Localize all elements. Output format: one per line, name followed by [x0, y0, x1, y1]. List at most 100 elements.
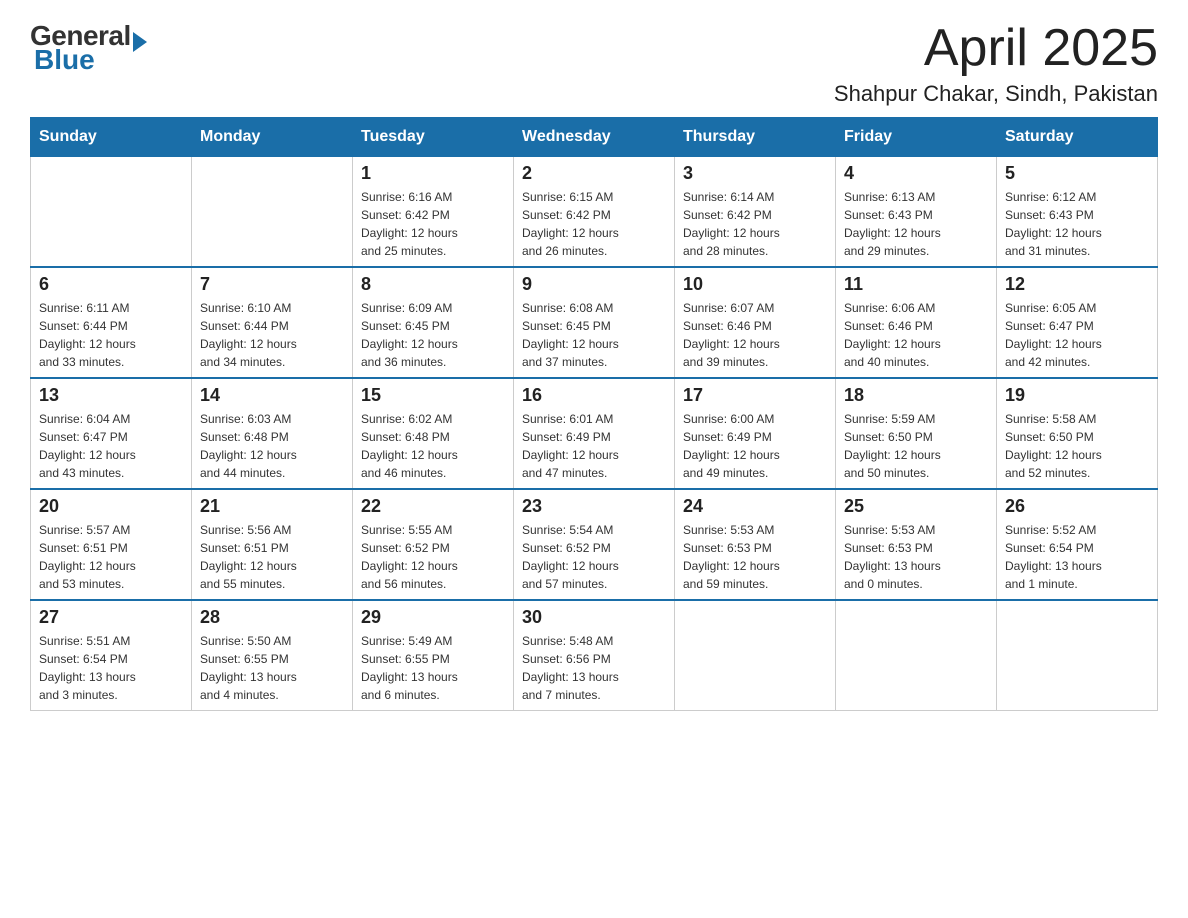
calendar-cell: 4 Sunrise: 6:13 AM Sunset: 6:43 PM Daylig… [836, 157, 997, 268]
day-info: Sunrise: 6:06 AM Sunset: 6:46 PM Dayligh… [844, 299, 988, 371]
calendar-cell [836, 600, 997, 711]
calendar-cell: 29Sunrise: 5:49 AM Sunset: 6:55 PM Dayli… [353, 600, 514, 711]
calendar-cell [31, 157, 192, 268]
day-number: 13 [39, 385, 183, 406]
day-number: 30 [522, 607, 666, 628]
logo-arrow-icon [133, 32, 147, 52]
day-info: Sunrise: 5:53 AM Sunset: 6:53 PM Dayligh… [844, 521, 988, 593]
calendar-cell: 25 Sunrise: 5:53 AM Sunset: 6:53 PM Dayli… [836, 489, 997, 600]
calendar-cell: 28Sunrise: 5:50 AM Sunset: 6:55 PM Dayli… [192, 600, 353, 711]
calendar-cell: 6 Sunrise: 6:11 AM Sunset: 6:44 PM Daylig… [31, 267, 192, 378]
calendar-cell: 2 Sunrise: 6:15 AM Sunset: 6:42 PM Daylig… [514, 157, 675, 268]
calendar-cell: 7 Sunrise: 6:10 AM Sunset: 6:44 PM Daylig… [192, 267, 353, 378]
logo: General Blue [30, 20, 147, 76]
day-info: Sunrise: 6:09 AM Sunset: 6:45 PM Dayligh… [361, 299, 505, 371]
week-row-3: 13 Sunrise: 6:04 AM Sunset: 6:47 PM Dayli… [31, 378, 1158, 489]
day-number: 11 [844, 274, 988, 295]
month-title: April 2025 [834, 20, 1158, 77]
calendar-cell: 20 Sunrise: 5:57 AM Sunset: 6:51 PM Dayli… [31, 489, 192, 600]
day-info: Sunrise: 5:52 AM Sunset: 6:54 PM Dayligh… [1005, 521, 1149, 593]
calendar-cell: 3 Sunrise: 6:14 AM Sunset: 6:42 PM Daylig… [675, 157, 836, 268]
day-info: Sunrise: 5:59 AM Sunset: 6:50 PM Dayligh… [844, 410, 988, 482]
day-number: 7 [200, 274, 344, 295]
day-number: 3 [683, 163, 827, 184]
day-number: 25 [844, 496, 988, 517]
calendar-cell: 16 Sunrise: 6:01 AM Sunset: 6:49 PM Dayli… [514, 378, 675, 489]
day-info: Sunrise: 6:04 AM Sunset: 6:47 PM Dayligh… [39, 410, 183, 482]
day-number: 2 [522, 163, 666, 184]
title-section: April 2025 Shahpur Chakar, Sindh, Pakist… [834, 20, 1158, 107]
calendar-cell: 18 Sunrise: 5:59 AM Sunset: 6:50 PM Dayli… [836, 378, 997, 489]
day-number: 4 [844, 163, 988, 184]
day-info: Sunrise: 5:58 AM Sunset: 6:50 PM Dayligh… [1005, 410, 1149, 482]
day-info: Sunrise: 6:02 AM Sunset: 6:48 PM Dayligh… [361, 410, 505, 482]
day-info: Sunrise: 6:10 AM Sunset: 6:44 PM Dayligh… [200, 299, 344, 371]
day-number: 19 [1005, 385, 1149, 406]
day-number: 18 [844, 385, 988, 406]
calendar-cell [675, 600, 836, 711]
calendar-cell: 15 Sunrise: 6:02 AM Sunset: 6:48 PM Dayli… [353, 378, 514, 489]
day-number: 15 [361, 385, 505, 406]
calendar-cell: 27 Sunrise: 5:51 AM Sunset: 6:54 PM Dayli… [31, 600, 192, 711]
calendar-cell: 1Sunrise: 6:16 AM Sunset: 6:42 PM Daylig… [353, 157, 514, 268]
day-number: 27 [39, 607, 183, 628]
calendar-cell: 17 Sunrise: 6:00 AM Sunset: 6:49 PM Dayli… [675, 378, 836, 489]
calendar-cell: 11 Sunrise: 6:06 AM Sunset: 6:46 PM Dayli… [836, 267, 997, 378]
day-info: Sunrise: 5:57 AM Sunset: 6:51 PM Dayligh… [39, 521, 183, 593]
calendar-cell: 26 Sunrise: 5:52 AM Sunset: 6:54 PM Dayli… [997, 489, 1158, 600]
day-info: Sunrise: 6:13 AM Sunset: 6:43 PM Dayligh… [844, 188, 988, 260]
logo-blue-text: Blue [34, 44, 95, 76]
day-info: Sunrise: 5:55 AM Sunset: 6:52 PM Dayligh… [361, 521, 505, 593]
header-sunday: Sunday [31, 118, 192, 157]
day-info: Sunrise: 6:15 AM Sunset: 6:42 PM Dayligh… [522, 188, 666, 260]
day-number: 12 [1005, 274, 1149, 295]
day-info: Sunrise: 6:01 AM Sunset: 6:49 PM Dayligh… [522, 410, 666, 482]
day-number: 22 [361, 496, 505, 517]
day-number: 21 [200, 496, 344, 517]
day-number: 8 [361, 274, 505, 295]
calendar-cell: 23Sunrise: 5:54 AM Sunset: 6:52 PM Dayli… [514, 489, 675, 600]
calendar-cell: 9 Sunrise: 6:08 AM Sunset: 6:45 PM Daylig… [514, 267, 675, 378]
calendar-table: SundayMondayTuesdayWednesdayThursdayFrid… [30, 117, 1158, 711]
day-info: Sunrise: 6:08 AM Sunset: 6:45 PM Dayligh… [522, 299, 666, 371]
day-number: 10 [683, 274, 827, 295]
location-title: Shahpur Chakar, Sindh, Pakistan [834, 81, 1158, 107]
day-number: 29 [361, 607, 505, 628]
day-info: Sunrise: 6:00 AM Sunset: 6:49 PM Dayligh… [683, 410, 827, 482]
week-row-2: 6 Sunrise: 6:11 AM Sunset: 6:44 PM Daylig… [31, 267, 1158, 378]
day-number: 20 [39, 496, 183, 517]
calendar-cell [997, 600, 1158, 711]
day-number: 28 [200, 607, 344, 628]
day-number: 9 [522, 274, 666, 295]
header-friday: Friday [836, 118, 997, 157]
header-saturday: Saturday [997, 118, 1158, 157]
calendar-cell: 19 Sunrise: 5:58 AM Sunset: 6:50 PM Dayli… [997, 378, 1158, 489]
day-info: Sunrise: 6:11 AM Sunset: 6:44 PM Dayligh… [39, 299, 183, 371]
day-info: Sunrise: 5:56 AM Sunset: 6:51 PM Dayligh… [200, 521, 344, 593]
day-number: 14 [200, 385, 344, 406]
header-wednesday: Wednesday [514, 118, 675, 157]
week-row-4: 20 Sunrise: 5:57 AM Sunset: 6:51 PM Dayli… [31, 489, 1158, 600]
day-number: 26 [1005, 496, 1149, 517]
week-row-1: 1Sunrise: 6:16 AM Sunset: 6:42 PM Daylig… [31, 157, 1158, 268]
day-info: Sunrise: 6:05 AM Sunset: 6:47 PM Dayligh… [1005, 299, 1149, 371]
calendar-cell: 24Sunrise: 5:53 AM Sunset: 6:53 PM Dayli… [675, 489, 836, 600]
calendar-cell: 21 Sunrise: 5:56 AM Sunset: 6:51 PM Dayli… [192, 489, 353, 600]
calendar-cell: 5Sunrise: 6:12 AM Sunset: 6:43 PM Daylig… [997, 157, 1158, 268]
day-info: Sunrise: 6:14 AM Sunset: 6:42 PM Dayligh… [683, 188, 827, 260]
day-info: Sunrise: 5:51 AM Sunset: 6:54 PM Dayligh… [39, 632, 183, 704]
week-row-5: 27 Sunrise: 5:51 AM Sunset: 6:54 PM Dayli… [31, 600, 1158, 711]
header-thursday: Thursday [675, 118, 836, 157]
day-number: 5 [1005, 163, 1149, 184]
day-info: Sunrise: 5:54 AM Sunset: 6:52 PM Dayligh… [522, 521, 666, 593]
calendar-cell: 14Sunrise: 6:03 AM Sunset: 6:48 PM Dayli… [192, 378, 353, 489]
calendar-cell: 8 Sunrise: 6:09 AM Sunset: 6:45 PM Daylig… [353, 267, 514, 378]
day-number: 17 [683, 385, 827, 406]
calendar-cell: 13 Sunrise: 6:04 AM Sunset: 6:47 PM Dayli… [31, 378, 192, 489]
calendar-cell: 12 Sunrise: 6:05 AM Sunset: 6:47 PM Dayli… [997, 267, 1158, 378]
page-header: General Blue April 2025 Shahpur Chakar, … [30, 20, 1158, 107]
calendar-cell: 22 Sunrise: 5:55 AM Sunset: 6:52 PM Dayli… [353, 489, 514, 600]
day-number: 6 [39, 274, 183, 295]
day-number: 16 [522, 385, 666, 406]
day-info: Sunrise: 5:53 AM Sunset: 6:53 PM Dayligh… [683, 521, 827, 593]
